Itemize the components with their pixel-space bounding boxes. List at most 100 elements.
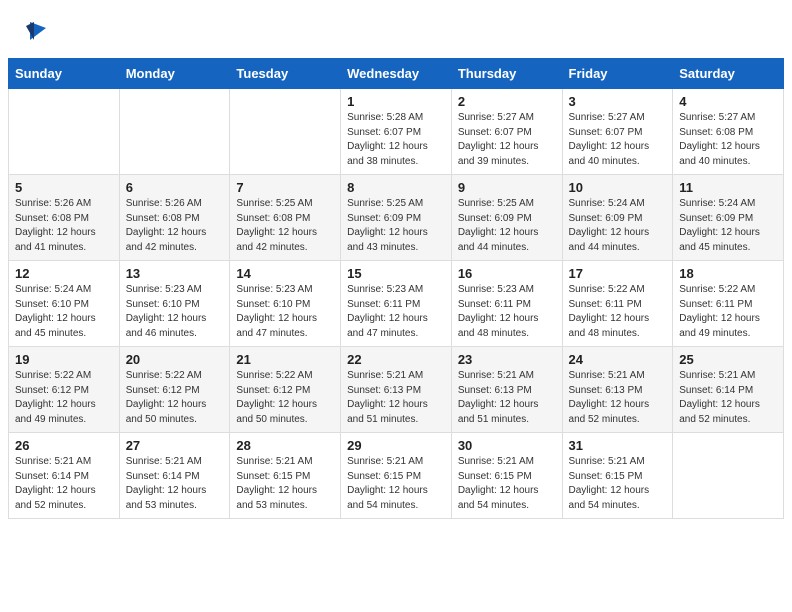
day-info: Sunrise: 5:21 AMSunset: 6:15 PMDaylight:… — [569, 455, 667, 513]
calendar-cell: 3 Sunrise: 5:27 AMSunset: 6:07 PMDaylight… — [562, 89, 673, 175]
calendar-cell: 28 Sunrise: 5:21 AMSunset: 6:15 PMDayligh… — [230, 433, 341, 519]
calendar-cell: 14 Sunrise: 5:23 AMSunset: 6:10 PMDayligh… — [230, 261, 341, 347]
calendar-cell: 18 Sunrise: 5:22 AMSunset: 6:11 PMDayligh… — [673, 261, 784, 347]
calendar-cell: 7 Sunrise: 5:25 AMSunset: 6:08 PMDaylight… — [230, 175, 341, 261]
day-info: Sunrise: 5:21 AMSunset: 6:15 PMDaylight:… — [347, 455, 445, 513]
day-info: Sunrise: 5:23 AMSunset: 6:10 PMDaylight:… — [236, 283, 334, 341]
day-info: Sunrise: 5:23 AMSunset: 6:11 PMDaylight:… — [458, 283, 556, 341]
calendar-cell: 6Sunrise: 5:26 AMSunset: 6:08 PMDaylight… — [119, 175, 230, 261]
calendar-cell: 31Sunrise: 5:21 AMSunset: 6:15 PMDayligh… — [562, 433, 673, 519]
day-info: Sunrise: 5:22 AMSunset: 6:12 PMDaylight:… — [236, 369, 334, 427]
calendar-cell: 27 Sunrise: 5:21 AMSunset: 6:14 PMDayligh… — [119, 433, 230, 519]
day-number: 13 — [126, 266, 224, 281]
day-number: 18 — [679, 266, 777, 281]
calendar-cell: 17 Sunrise: 5:22 AMSunset: 6:11 PMDayligh… — [562, 261, 673, 347]
col-thursday: Thursday — [451, 59, 562, 89]
day-number: 11 — [679, 180, 777, 195]
day-info: Sunrise: 5:21 AMSunset: 6:14 PMDaylight:… — [15, 455, 113, 513]
calendar-week-1: 1Sunrise: 5:28 AMSunset: 6:07 PMDaylight… — [9, 89, 784, 175]
day-info: Sunrise: 5:27 AMSunset: 6:07 PMDaylight:… — [569, 111, 667, 169]
calendar-cell: 16 Sunrise: 5:23 AMSunset: 6:11 PMDayligh… — [451, 261, 562, 347]
day-info: Sunrise: 5:25 AMSunset: 6:09 PMDaylight:… — [347, 197, 445, 255]
day-number: 30 — [458, 438, 556, 453]
calendar-cell: 5Sunrise: 5:26 AMSunset: 6:08 PMDaylight… — [9, 175, 120, 261]
day-number: 9 — [458, 180, 556, 195]
day-info: Sunrise: 5:21 AMSunset: 6:14 PMDaylight:… — [126, 455, 224, 513]
day-info: Sunrise: 5:23 AMSunset: 6:10 PMDaylight:… — [126, 283, 224, 341]
day-number: 8 — [347, 180, 445, 195]
calendar-cell: 13 Sunrise: 5:23 AMSunset: 6:10 PMDayligh… — [119, 261, 230, 347]
day-info: Sunrise: 5:28 AMSunset: 6:07 PMDaylight:… — [347, 111, 445, 169]
calendar-cell — [9, 89, 120, 175]
day-number: 7 — [236, 180, 334, 195]
day-info: Sunrise: 5:24 AMSunset: 6:09 PMDaylight:… — [569, 197, 667, 255]
day-info: Sunrise: 5:27 AMSunset: 6:07 PMDaylight:… — [458, 111, 556, 169]
day-number: 19 — [15, 352, 113, 367]
calendar-cell: 8 Sunrise: 5:25 AMSunset: 6:09 PMDaylight… — [341, 175, 452, 261]
day-info: Sunrise: 5:26 AMSunset: 6:08 PMDaylight:… — [126, 197, 224, 255]
calendar-cell: 26 Sunrise: 5:21 AMSunset: 6:14 PMDayligh… — [9, 433, 120, 519]
day-number: 15 — [347, 266, 445, 281]
calendar-cell: 19 Sunrise: 5:22 AMSunset: 6:12 PMDayligh… — [9, 347, 120, 433]
calendar-cell: 15 Sunrise: 5:23 AMSunset: 6:11 PMDayligh… — [341, 261, 452, 347]
calendar-table: Sunday Monday Tuesday Wednesday Thursday… — [8, 58, 784, 519]
calendar-cell: 21 Sunrise: 5:22 AMSunset: 6:12 PMDayligh… — [230, 347, 341, 433]
day-info: Sunrise: 5:21 AMSunset: 6:13 PMDaylight:… — [458, 369, 556, 427]
day-number: 26 — [15, 438, 113, 453]
calendar-cell: 23 Sunrise: 5:21 AMSunset: 6:13 PMDayligh… — [451, 347, 562, 433]
day-info: Sunrise: 5:22 AMSunset: 6:11 PMDaylight:… — [679, 283, 777, 341]
calendar-cell: 11 Sunrise: 5:24 AMSunset: 6:09 PMDayligh… — [673, 175, 784, 261]
calendar-cell — [230, 89, 341, 175]
header-row: Sunday Monday Tuesday Wednesday Thursday… — [9, 59, 784, 89]
day-info: Sunrise: 5:21 AMSunset: 6:13 PMDaylight:… — [569, 369, 667, 427]
calendar-cell: 25Sunrise: 5:21 AMSunset: 6:14 PMDayligh… — [673, 347, 784, 433]
day-number: 14 — [236, 266, 334, 281]
logo-icon — [22, 18, 48, 44]
day-number: 21 — [236, 352, 334, 367]
calendar-cell: 10 Sunrise: 5:24 AMSunset: 6:09 PMDayligh… — [562, 175, 673, 261]
day-number: 16 — [458, 266, 556, 281]
day-number: 3 — [569, 94, 667, 109]
calendar-cell: 9 Sunrise: 5:25 AMSunset: 6:09 PMDaylight… — [451, 175, 562, 261]
page-header — [0, 0, 792, 58]
day-number: 10 — [569, 180, 667, 195]
col-saturday: Saturday — [673, 59, 784, 89]
col-wednesday: Wednesday — [341, 59, 452, 89]
day-number: 5 — [15, 180, 113, 195]
day-info: Sunrise: 5:21 AMSunset: 6:15 PMDaylight:… — [236, 455, 334, 513]
day-info: Sunrise: 5:24 AMSunset: 6:09 PMDaylight:… — [679, 197, 777, 255]
calendar-cell: 4 Sunrise: 5:27 AMSunset: 6:08 PMDaylight… — [673, 89, 784, 175]
calendar-cell: 29 Sunrise: 5:21 AMSunset: 6:15 PMDayligh… — [341, 433, 452, 519]
calendar-week-3: 12Sunrise: 5:24 AMSunset: 6:10 PMDayligh… — [9, 261, 784, 347]
calendar-cell: 24 Sunrise: 5:21 AMSunset: 6:13 PMDayligh… — [562, 347, 673, 433]
calendar-week-5: 26 Sunrise: 5:21 AMSunset: 6:14 PMDayligh… — [9, 433, 784, 519]
col-tuesday: Tuesday — [230, 59, 341, 89]
calendar-week-4: 19 Sunrise: 5:22 AMSunset: 6:12 PMDayligh… — [9, 347, 784, 433]
day-info: Sunrise: 5:21 AMSunset: 6:15 PMDaylight:… — [458, 455, 556, 513]
day-info: Sunrise: 5:22 AMSunset: 6:12 PMDaylight:… — [126, 369, 224, 427]
day-number: 27 — [126, 438, 224, 453]
day-number: 29 — [347, 438, 445, 453]
col-sunday: Sunday — [9, 59, 120, 89]
col-monday: Monday — [119, 59, 230, 89]
logo — [20, 18, 48, 48]
day-number: 22 — [347, 352, 445, 367]
day-info: Sunrise: 5:25 AMSunset: 6:08 PMDaylight:… — [236, 197, 334, 255]
day-number: 24 — [569, 352, 667, 367]
calendar-cell: 2Sunrise: 5:27 AMSunset: 6:07 PMDaylight… — [451, 89, 562, 175]
calendar-cell — [119, 89, 230, 175]
day-info: Sunrise: 5:27 AMSunset: 6:08 PMDaylight:… — [679, 111, 777, 169]
calendar-cell: 12Sunrise: 5:24 AMSunset: 6:10 PMDayligh… — [9, 261, 120, 347]
calendar-week-2: 5 Sunrise: 5:26 AMSunset: 6:08 PMDaylight… — [9, 175, 784, 261]
day-info: Sunrise: 5:24 AMSunset: 6:10 PMDaylight:… — [15, 283, 113, 341]
day-number: 23 — [458, 352, 556, 367]
day-number: 28 — [236, 438, 334, 453]
day-info: Sunrise: 5:21 AMSunset: 6:13 PMDaylight:… — [347, 369, 445, 427]
day-info: Sunrise: 5:25 AMSunset: 6:09 PMDaylight:… — [458, 197, 556, 255]
day-info: Sunrise: 5:22 AMSunset: 6:12 PMDaylight:… — [15, 369, 113, 427]
day-number: 17 — [569, 266, 667, 281]
day-info: Sunrise: 5:23 AMSunset: 6:11 PMDaylight:… — [347, 283, 445, 341]
calendar-cell — [673, 433, 784, 519]
day-info: Sunrise: 5:22 AMSunset: 6:11 PMDaylight:… — [569, 283, 667, 341]
day-number: 4 — [679, 94, 777, 109]
